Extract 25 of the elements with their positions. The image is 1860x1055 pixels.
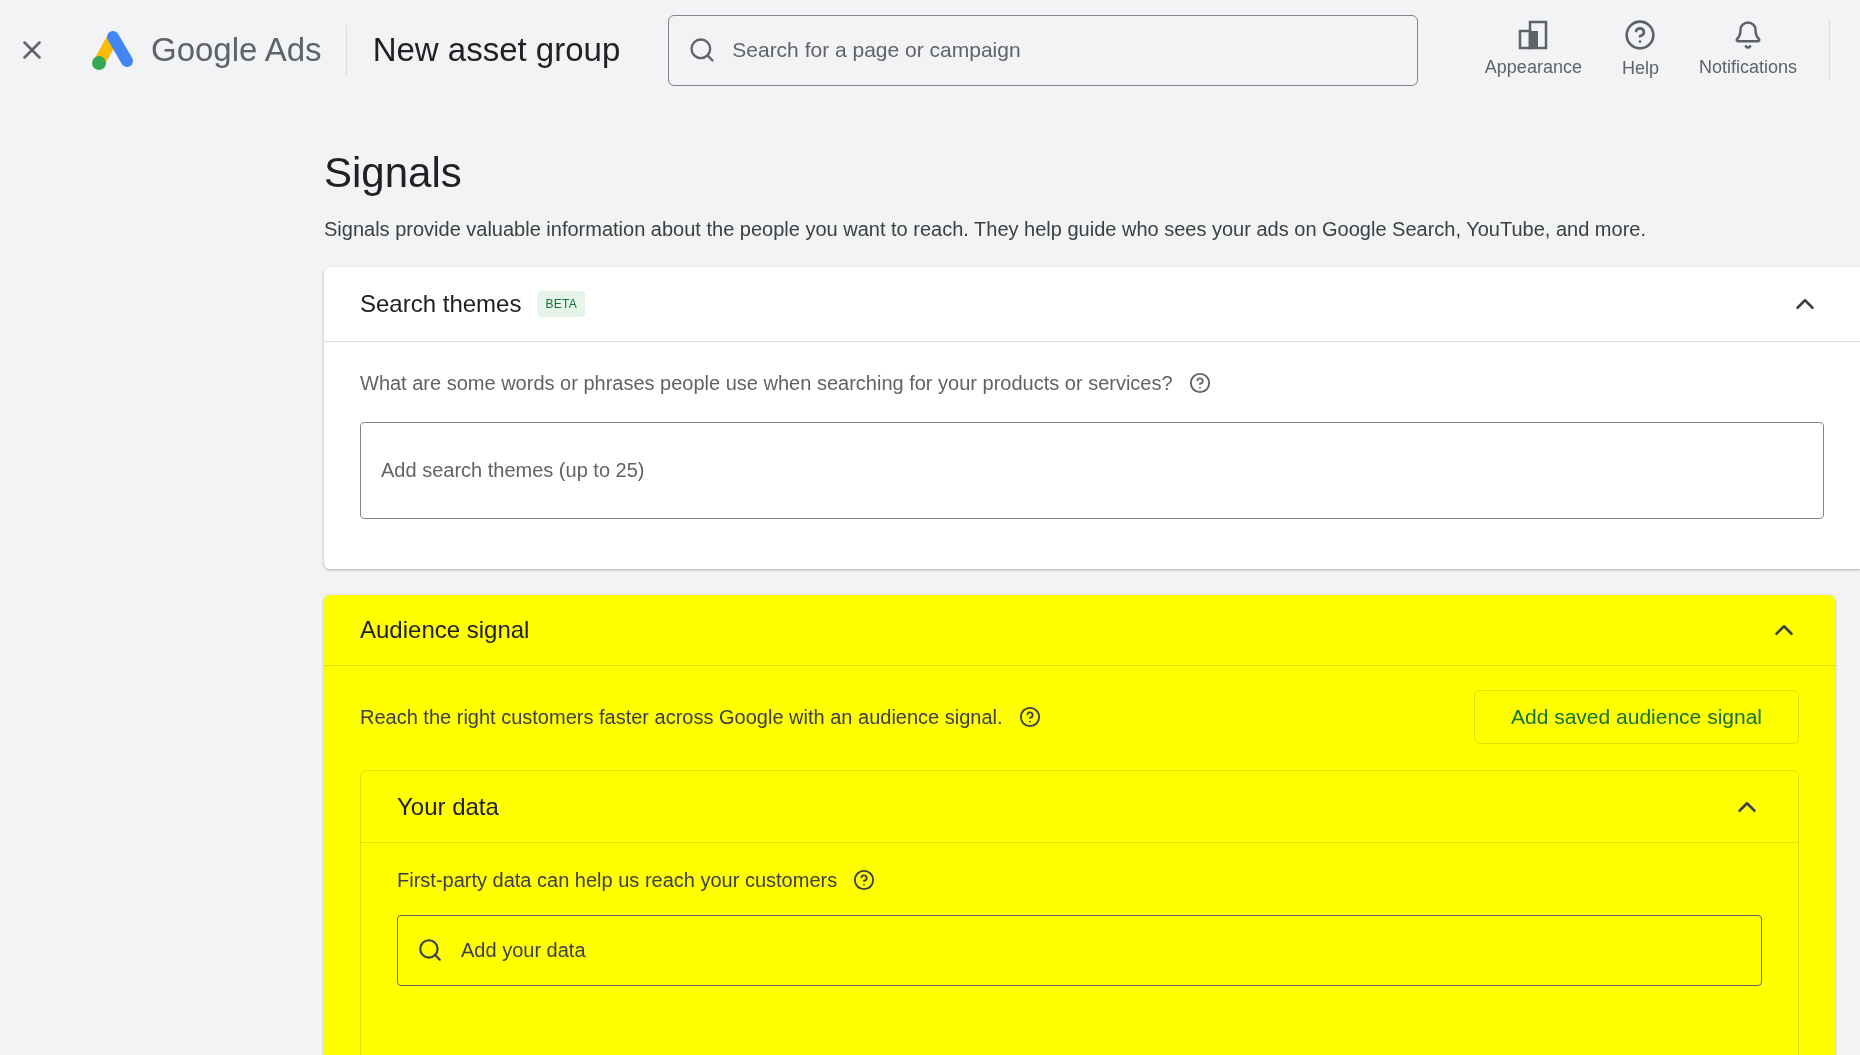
audience-description: Reach the right customers faster across Google with an audience signal. xyxy=(360,705,1003,730)
search-themes-field[interactable]: Add search themes (up to 25) xyxy=(360,422,1824,519)
product-name: Google Ads xyxy=(151,30,322,71)
search-field[interactable]: Search for a page or campaign xyxy=(668,14,1419,86)
search-icon xyxy=(688,35,717,64)
help-icon[interactable] xyxy=(853,869,876,891)
toolbar-button[interactable]: Help xyxy=(1613,18,1667,82)
toolbar-button[interactable]: Notifications xyxy=(1690,19,1805,81)
help-icon xyxy=(1624,18,1657,51)
panel-title: Your data xyxy=(397,791,499,822)
card-title: Search themes xyxy=(360,289,522,319)
chart-icon xyxy=(1518,19,1549,50)
section-description: Signals provide valuable information about the people you want to reach. They help guide who sees your ads on Google Search, YouTube, and more. xyxy=(324,217,1647,242)
add-saved-audience-button[interactable]: Add saved audience signal xyxy=(1474,690,1799,744)
help-icon[interactable] xyxy=(1018,706,1041,728)
toolbar-button[interactable]: Appearance xyxy=(1476,19,1590,81)
your-data-description: First-party data can help us reach your customers xyxy=(397,868,838,893)
question-text: What are some words or phrases people use when searching for your products or services? xyxy=(360,371,1173,396)
beta-badge: BETA xyxy=(537,291,586,317)
page-title: New asset group xyxy=(372,30,621,71)
section-title: Signals xyxy=(324,152,463,194)
search-icon xyxy=(417,937,443,963)
card-title: Audience signal xyxy=(360,615,530,645)
help-icon[interactable] xyxy=(1188,372,1211,394)
add-data-field[interactable]: Add your data xyxy=(397,915,1762,986)
